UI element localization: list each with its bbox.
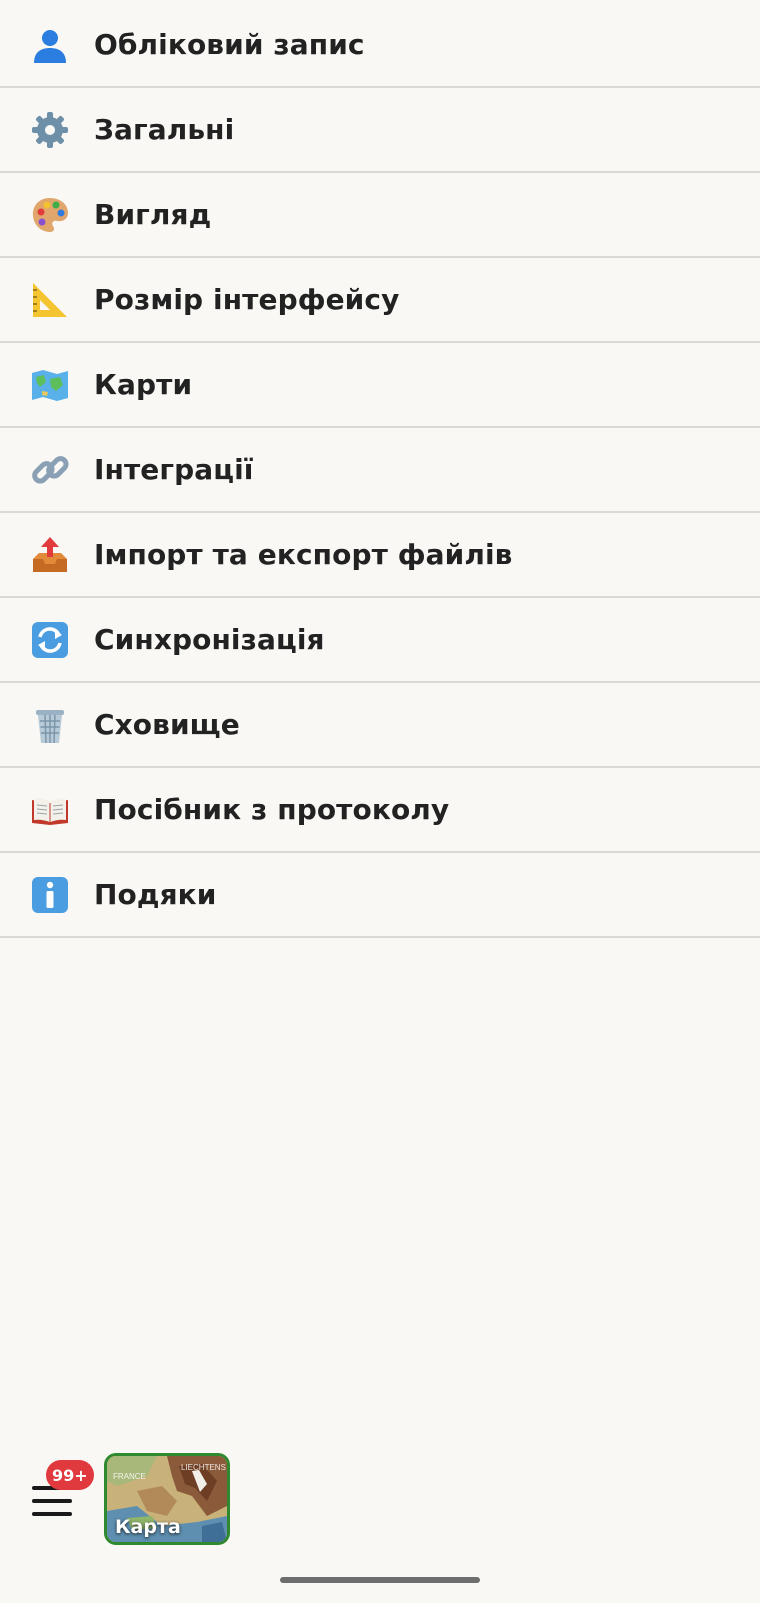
triangle-ruler-icon: [30, 280, 70, 320]
menu-item-label: Обліковий запис: [94, 28, 365, 61]
map-tile-button[interactable]: FRANCE LIECHTENS Карта: [104, 1453, 230, 1545]
notification-badge: 99+: [46, 1460, 94, 1490]
menu-item-label: Імпорт та експорт файлів: [94, 538, 513, 571]
trash-bin-icon: [30, 705, 70, 745]
menu-item-account[interactable]: Обліковий запис: [0, 3, 760, 88]
menu-item-import-export[interactable]: Імпорт та експорт файлів: [0, 513, 760, 598]
menu-item-general[interactable]: Загальні: [0, 88, 760, 173]
world-map-icon: [30, 365, 70, 405]
settings-menu: Обліковий запис Загальні Вигляд Розмір і…: [0, 3, 760, 938]
bottom-bar: 99+ FRANCE LIECHTENS Карта: [0, 1440, 760, 1560]
menu-item-label: Інтеграції: [94, 453, 254, 486]
menu-item-interface-size[interactable]: Розмір інтерфейсу: [0, 258, 760, 343]
hamburger-menu-button[interactable]: [32, 1486, 72, 1516]
map-tile-label: Карта: [115, 1516, 181, 1538]
account-icon: [30, 25, 70, 65]
info-icon: [30, 875, 70, 915]
sync-arrows-icon: [30, 620, 70, 660]
map-country-label: LIECHTENS: [181, 1463, 226, 1472]
menu-item-label: Розмір інтерфейсу: [94, 283, 400, 316]
menu-item-integrations[interactable]: Інтеграції: [0, 428, 760, 513]
menu-item-protocol-guide[interactable]: Посібник з протоколу: [0, 768, 760, 853]
settings-screen: Обліковий запис Загальні Вигляд Розмір і…: [0, 0, 760, 1603]
gear-icon: [30, 110, 70, 150]
menu-item-maps[interactable]: Карти: [0, 343, 760, 428]
menu-item-label: Загальні: [94, 113, 235, 146]
menu-item-label: Сховище: [94, 708, 240, 741]
menu-item-sync[interactable]: Синхронізація: [0, 598, 760, 683]
home-indicator[interactable]: [280, 1577, 480, 1583]
menu-item-label: Вигляд: [94, 198, 212, 231]
open-book-icon: [30, 790, 70, 830]
menu-item-label: Карти: [94, 368, 193, 401]
map-country-label: FRANCE: [113, 1472, 146, 1481]
menu-item-label: Подяки: [94, 878, 217, 911]
menu-item-label: Синхронізація: [94, 623, 325, 656]
menu-item-storage[interactable]: Сховище: [0, 683, 760, 768]
menu-item-label: Посібник з протоколу: [94, 793, 450, 826]
outbox-tray-icon: [30, 535, 70, 575]
menu-item-acknowledgements[interactable]: Подяки: [0, 853, 760, 938]
menu-item-appearance[interactable]: Вигляд: [0, 173, 760, 258]
palette-icon: [30, 195, 70, 235]
link-icon: [30, 450, 70, 490]
